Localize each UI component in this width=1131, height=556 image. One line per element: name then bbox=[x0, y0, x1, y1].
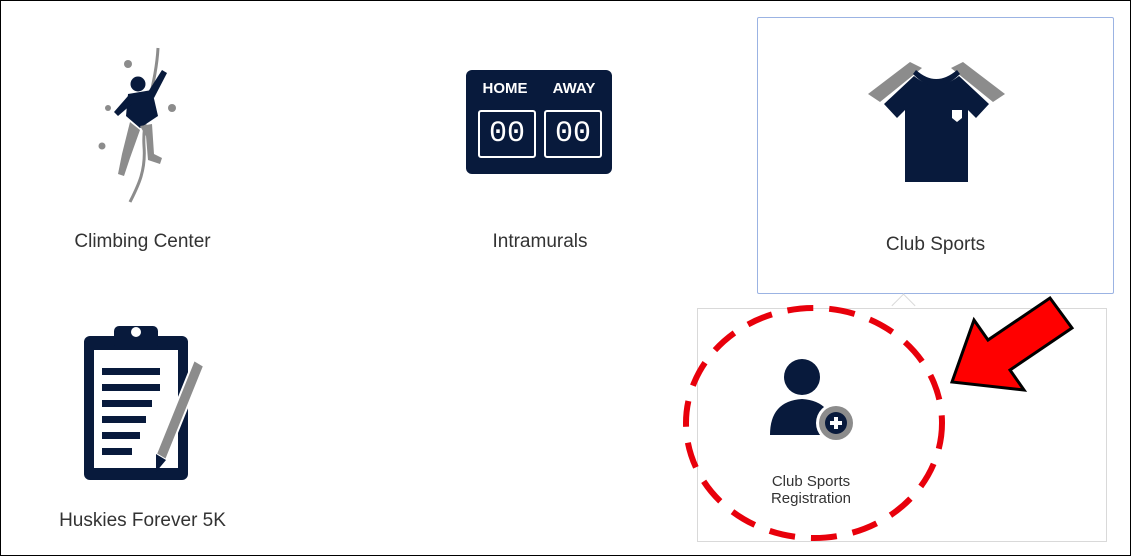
scoreboard-home-score: 00 bbox=[478, 110, 536, 158]
scoreboard-home-label: HOME bbox=[482, 80, 528, 97]
tile-label: Climbing Center bbox=[74, 231, 211, 252]
tile-huskies-forever-5k[interactable]: Huskies Forever 5K bbox=[20, 310, 265, 545]
tile-climbing-center[interactable]: Climbing Center bbox=[20, 18, 265, 293]
tile-label: Intramurals bbox=[492, 231, 588, 252]
tile-label: Huskies Forever 5K bbox=[59, 510, 226, 531]
climber-icon bbox=[98, 47, 176, 203]
jersey-icon bbox=[868, 62, 1005, 182]
tile-club-sports[interactable]: Club Sports bbox=[757, 17, 1114, 294]
highlight-circle-annotation bbox=[683, 305, 945, 541]
clipboard-icon bbox=[84, 326, 206, 480]
tile-intramurals[interactable]: HOME AWAY 00 00 Intramurals bbox=[410, 18, 670, 293]
scoreboard-away-label: AWAY bbox=[552, 80, 596, 97]
scoreboard-away-score: 00 bbox=[544, 110, 602, 158]
scoreboard-icon: HOME AWAY 00 00 bbox=[466, 70, 612, 174]
arrow-annotation-icon bbox=[949, 295, 1075, 392]
tile-label: Club Sports bbox=[885, 234, 986, 255]
